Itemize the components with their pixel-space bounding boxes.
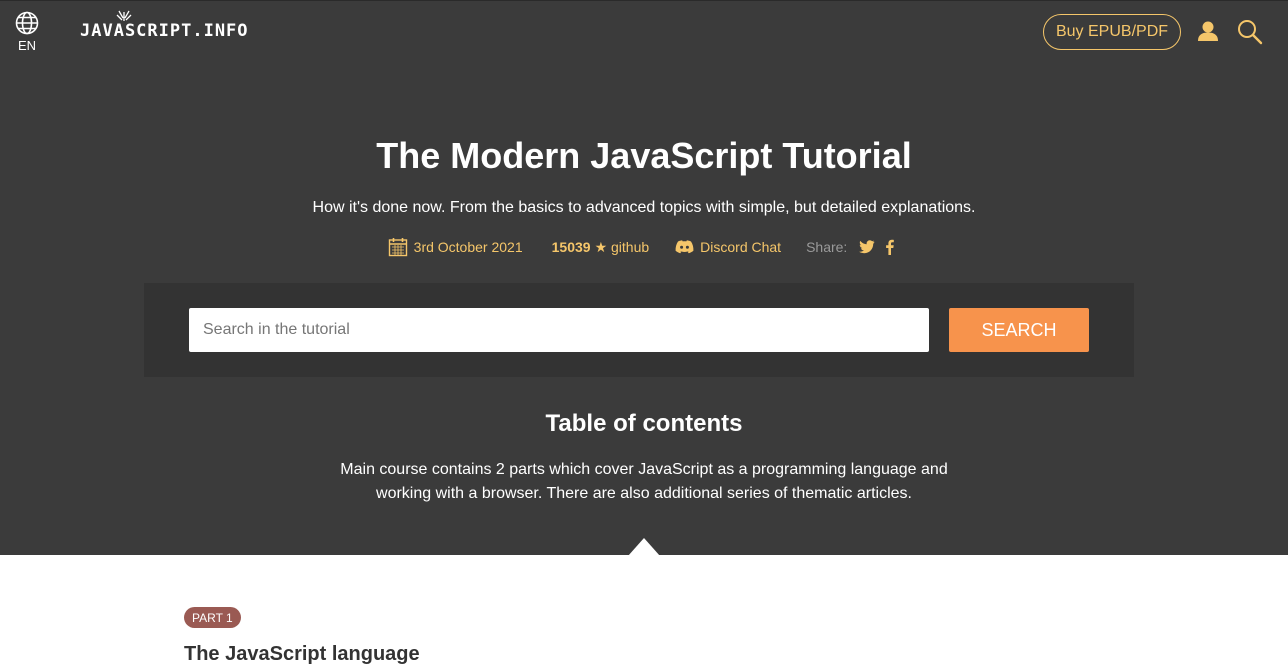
tutorial-search-input[interactable] xyxy=(189,308,929,352)
part-badge: PART 1 xyxy=(184,607,241,628)
search-panel: SEARCH xyxy=(144,283,1134,377)
search-icon[interactable] xyxy=(1237,19,1263,50)
logo-text: JAVASCRIPT.INFO xyxy=(80,21,249,41)
user-icon[interactable] xyxy=(1197,20,1219,47)
site-logo[interactable]: JAVASCRIPT.INFO xyxy=(80,10,249,41)
github-link[interactable]: 15039 ★ github xyxy=(552,239,650,256)
page-title: The Modern JavaScript Tutorial xyxy=(376,135,912,176)
meta-bar: 3rd October 2021 15039 ★ github Discord … xyxy=(0,237,1288,257)
buy-epub-pdf-button[interactable]: Buy EPUB/PDF xyxy=(1043,14,1181,50)
language-switcher[interactable]: EN xyxy=(14,11,40,53)
toc-title: Table of contents xyxy=(545,410,743,437)
share-label: Share: xyxy=(806,239,848,255)
language-label: EN xyxy=(17,38,37,53)
discord-icon xyxy=(675,240,694,254)
logo-rays-icon xyxy=(116,10,132,21)
globe-icon xyxy=(15,11,39,35)
section-notch xyxy=(628,538,660,556)
hero-section: EN JAVASCRIPT.INFO Buy EPUB/PDF The Mode… xyxy=(0,0,1288,556)
calendar-icon xyxy=(388,238,407,257)
toc-description: Main course contains 2 parts which cover… xyxy=(340,461,948,502)
facebook-icon[interactable] xyxy=(885,239,895,255)
twitter-icon[interactable] xyxy=(859,240,875,254)
discord-label: Discord Chat xyxy=(700,239,782,255)
date-text: 3rd October 2021 xyxy=(413,239,523,255)
github-stars: 15039 xyxy=(551,239,591,255)
discord-link[interactable]: Discord Chat xyxy=(675,239,781,255)
updated-date: 3rd October 2021 xyxy=(388,237,523,257)
search-button[interactable]: SEARCH xyxy=(949,308,1089,352)
page-subtitle: How it's done now. From the basics to ad… xyxy=(312,199,976,216)
part-title[interactable]: The JavaScript language xyxy=(184,643,420,666)
github-label: ★ github xyxy=(594,238,650,255)
